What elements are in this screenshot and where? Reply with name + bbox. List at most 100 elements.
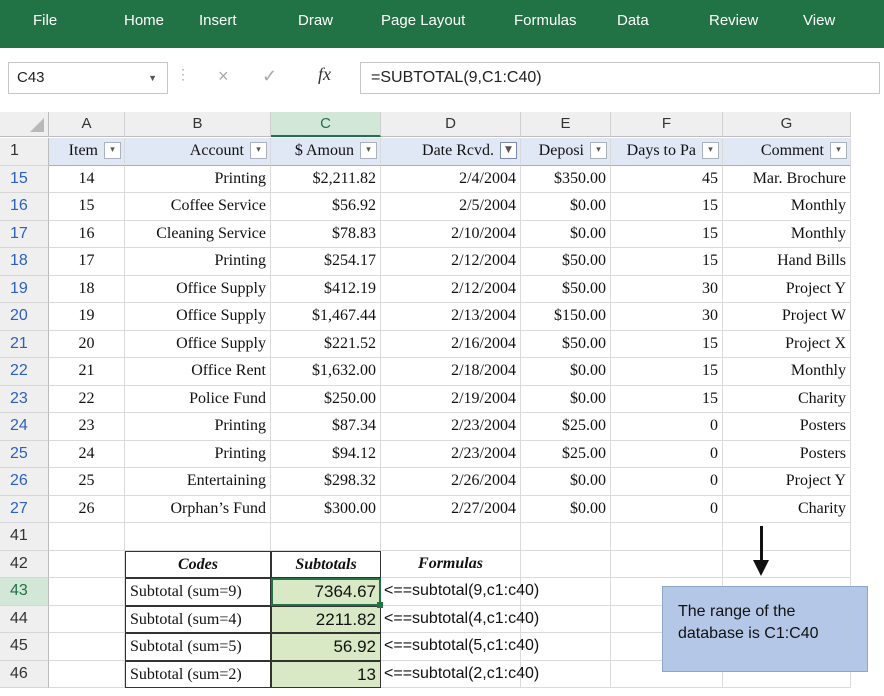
cell[interactable] (723, 550, 851, 578)
table-cell-deposit[interactable]: $25.00 (521, 440, 611, 468)
table-cell-days[interactable]: 15 (611, 248, 723, 276)
table-cell-amount[interactable]: $250.00 (271, 385, 381, 413)
column-header-b[interactable]: B (125, 112, 271, 137)
table-cell-deposit[interactable]: $50.00 (521, 330, 611, 358)
table-header-b[interactable]: Account ▾ (125, 138, 271, 166)
table-header-f[interactable]: Days to Pa ▾ (611, 138, 723, 166)
tab-draw[interactable]: Draw (298, 12, 333, 29)
insert-function-icon[interactable]: fx (318, 64, 331, 85)
column-header-e[interactable]: E (521, 112, 611, 137)
row-header[interactable]: 1 (0, 138, 49, 166)
row-header[interactable]: 16 (0, 193, 49, 221)
row-header[interactable]: 23 (0, 385, 49, 413)
summary-header-codes[interactable]: Codes (125, 550, 271, 578)
table-cell-deposit[interactable]: $25.00 (521, 413, 611, 441)
table-cell-item[interactable]: 22 (49, 385, 125, 413)
table-cell-days[interactable]: 15 (611, 385, 723, 413)
table-cell-item[interactable]: 23 (49, 413, 125, 441)
table-cell-item[interactable]: 25 (49, 468, 125, 496)
table-cell-deposit[interactable]: $0.00 (521, 358, 611, 386)
table-cell-account[interactable]: Office Supply (125, 330, 271, 358)
summary-header-subtotals[interactable]: Subtotals (271, 550, 381, 578)
table-cell-comment[interactable]: Charity (723, 385, 851, 413)
cell[interactable] (49, 523, 125, 551)
tab-file[interactable]: File (33, 12, 57, 29)
filter-dropdown-icon[interactable]: ▾ (104, 142, 121, 159)
cell[interactable] (521, 550, 611, 578)
table-cell-amount[interactable]: $412.19 (271, 275, 381, 303)
table-header-c[interactable]: $ Amoun ▾ (271, 138, 381, 166)
filter-dropdown-icon[interactable]: ▾ (360, 142, 377, 159)
row-header[interactable]: 22 (0, 358, 49, 386)
table-cell-deposit[interactable]: $0.00 (521, 468, 611, 496)
table-cell-date[interactable]: 2/13/2004 (381, 303, 521, 331)
enter-check-icon[interactable]: ✓ (262, 66, 277, 87)
table-cell-account[interactable]: Office Rent (125, 358, 271, 386)
table-cell-amount[interactable]: $2,211.82 (271, 165, 381, 193)
row-header[interactable]: 27 (0, 495, 49, 523)
summary-subtotal-cell[interactable]: 2211.82 (271, 605, 381, 633)
table-cell-account[interactable]: Printing (125, 413, 271, 441)
table-cell-deposit[interactable]: $0.00 (521, 385, 611, 413)
table-cell-amount[interactable]: $298.32 (271, 468, 381, 496)
summary-subtotal-cell[interactable]: 56.92 (271, 633, 381, 661)
row-header[interactable]: 17 (0, 220, 49, 248)
table-cell-date[interactable]: 2/23/2004 (381, 440, 521, 468)
note-textbox[interactable]: The range of the database is C1:C40 (662, 586, 868, 672)
table-cell-deposit[interactable]: $0.00 (521, 193, 611, 221)
chevron-down-icon[interactable]: ▼ (148, 73, 157, 83)
summary-subtotal-cell[interactable]: 13 (271, 660, 381, 688)
row-header[interactable]: 19 (0, 275, 49, 303)
cell[interactable] (49, 633, 125, 661)
table-cell-item[interactable]: 18 (49, 275, 125, 303)
tab-review[interactable]: Review (709, 12, 758, 29)
table-cell-amount[interactable]: $254.17 (271, 248, 381, 276)
table-cell-date[interactable]: 2/16/2004 (381, 330, 521, 358)
cell[interactable] (381, 523, 521, 551)
table-cell-item[interactable]: 20 (49, 330, 125, 358)
summary-code-cell[interactable]: Subtotal (sum=5) (125, 633, 271, 661)
column-header-g[interactable]: G (723, 112, 851, 137)
table-cell-date[interactable]: 2/23/2004 (381, 413, 521, 441)
column-header-d[interactable]: D (381, 112, 521, 137)
table-cell-account[interactable]: Cleaning Service (125, 220, 271, 248)
table-cell-amount[interactable]: $87.34 (271, 413, 381, 441)
table-cell-days[interactable]: 0 (611, 495, 723, 523)
summary-code-cell[interactable]: Subtotal (sum=4) (125, 605, 271, 633)
filter-dropdown-icon[interactable]: ▾ (250, 142, 267, 159)
table-cell-comment[interactable]: Posters (723, 440, 851, 468)
table-cell-item[interactable]: 19 (49, 303, 125, 331)
tab-home[interactable]: Home (124, 12, 164, 29)
column-header-f[interactable]: F (611, 112, 723, 137)
table-cell-deposit[interactable]: $50.00 (521, 248, 611, 276)
cell[interactable] (125, 523, 271, 551)
table-cell-item[interactable]: 21 (49, 358, 125, 386)
table-cell-days[interactable]: 15 (611, 358, 723, 386)
table-cell-days[interactable]: 15 (611, 330, 723, 358)
table-cell-date[interactable]: 2/12/2004 (381, 275, 521, 303)
table-cell-comment[interactable]: Mar. Brochure (723, 165, 851, 193)
summary-subtotal-cell[interactable]: 7364.67 (271, 578, 381, 606)
tab-view[interactable]: View (803, 12, 835, 29)
cell[interactable] (271, 523, 381, 551)
table-cell-days[interactable]: 45 (611, 165, 723, 193)
table-cell-comment[interactable]: Project Y (723, 468, 851, 496)
row-header[interactable]: 45 (0, 633, 49, 661)
table-cell-comment[interactable]: Project X (723, 330, 851, 358)
table-cell-amount[interactable]: $78.83 (271, 220, 381, 248)
table-cell-account[interactable]: Police Fund (125, 385, 271, 413)
summary-code-cell[interactable]: Subtotal (sum=9) (125, 578, 271, 606)
table-header-d[interactable]: Date Rcvd. ▼ (381, 138, 521, 166)
table-cell-days[interactable]: 0 (611, 440, 723, 468)
table-cell-date[interactable]: 2/27/2004 (381, 495, 521, 523)
table-cell-comment[interactable]: Posters (723, 413, 851, 441)
table-cell-date[interactable]: 2/10/2004 (381, 220, 521, 248)
table-cell-days[interactable]: 15 (611, 193, 723, 221)
table-cell-comment[interactable]: Monthly (723, 220, 851, 248)
table-cell-amount[interactable]: $94.12 (271, 440, 381, 468)
table-cell-days[interactable]: 30 (611, 275, 723, 303)
table-cell-item[interactable]: 15 (49, 193, 125, 221)
cell[interactable] (49, 605, 125, 633)
summary-header-formulas[interactable]: Formulas (381, 550, 521, 578)
table-cell-date[interactable]: 2/12/2004 (381, 248, 521, 276)
